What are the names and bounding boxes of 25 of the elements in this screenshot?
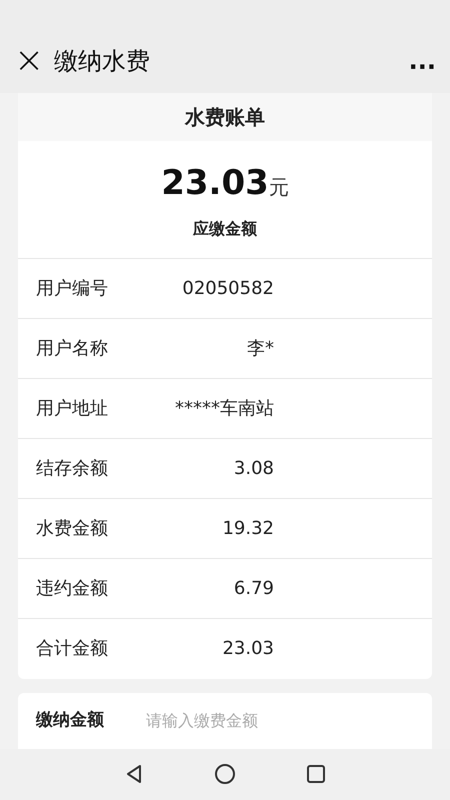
payment-label: 缴纳金额 — [36, 709, 105, 732]
bill-title: 水费账单 — [185, 104, 265, 131]
page-title: 缴纳水费 — [54, 46, 150, 77]
row-label: 用户编号 — [36, 276, 109, 301]
row-label: 用户名称 — [36, 336, 109, 361]
amount-label: 应缴金额 — [193, 218, 257, 240]
row-value: *****车南站 — [174, 396, 274, 421]
row-value: 6.79 — [232, 576, 274, 601]
more-icon[interactable]: ··· — [408, 54, 436, 79]
row-label: 用户地址 — [36, 396, 109, 421]
row-value: 02050582 — [181, 276, 274, 301]
row-value: 23.03 — [221, 637, 274, 662]
row-label: 结存余额 — [36, 456, 109, 481]
row-label: 合计金额 — [36, 637, 109, 662]
row-value: 19.32 — [221, 516, 274, 541]
amount-unit: 元 — [268, 174, 289, 201]
close-icon[interactable]: × — [14, 42, 44, 79]
row-label: 违约金额 — [36, 576, 109, 601]
row-label: 水费金额 — [36, 516, 109, 541]
row-value: 李* — [246, 336, 274, 361]
back-icon[interactable] — [124, 764, 144, 784]
row-value: 3.08 — [232, 456, 274, 481]
amount-value: 23.03 — [161, 162, 269, 205]
home-icon[interactable] — [214, 763, 236, 786]
recents-icon[interactable] — [306, 764, 326, 784]
